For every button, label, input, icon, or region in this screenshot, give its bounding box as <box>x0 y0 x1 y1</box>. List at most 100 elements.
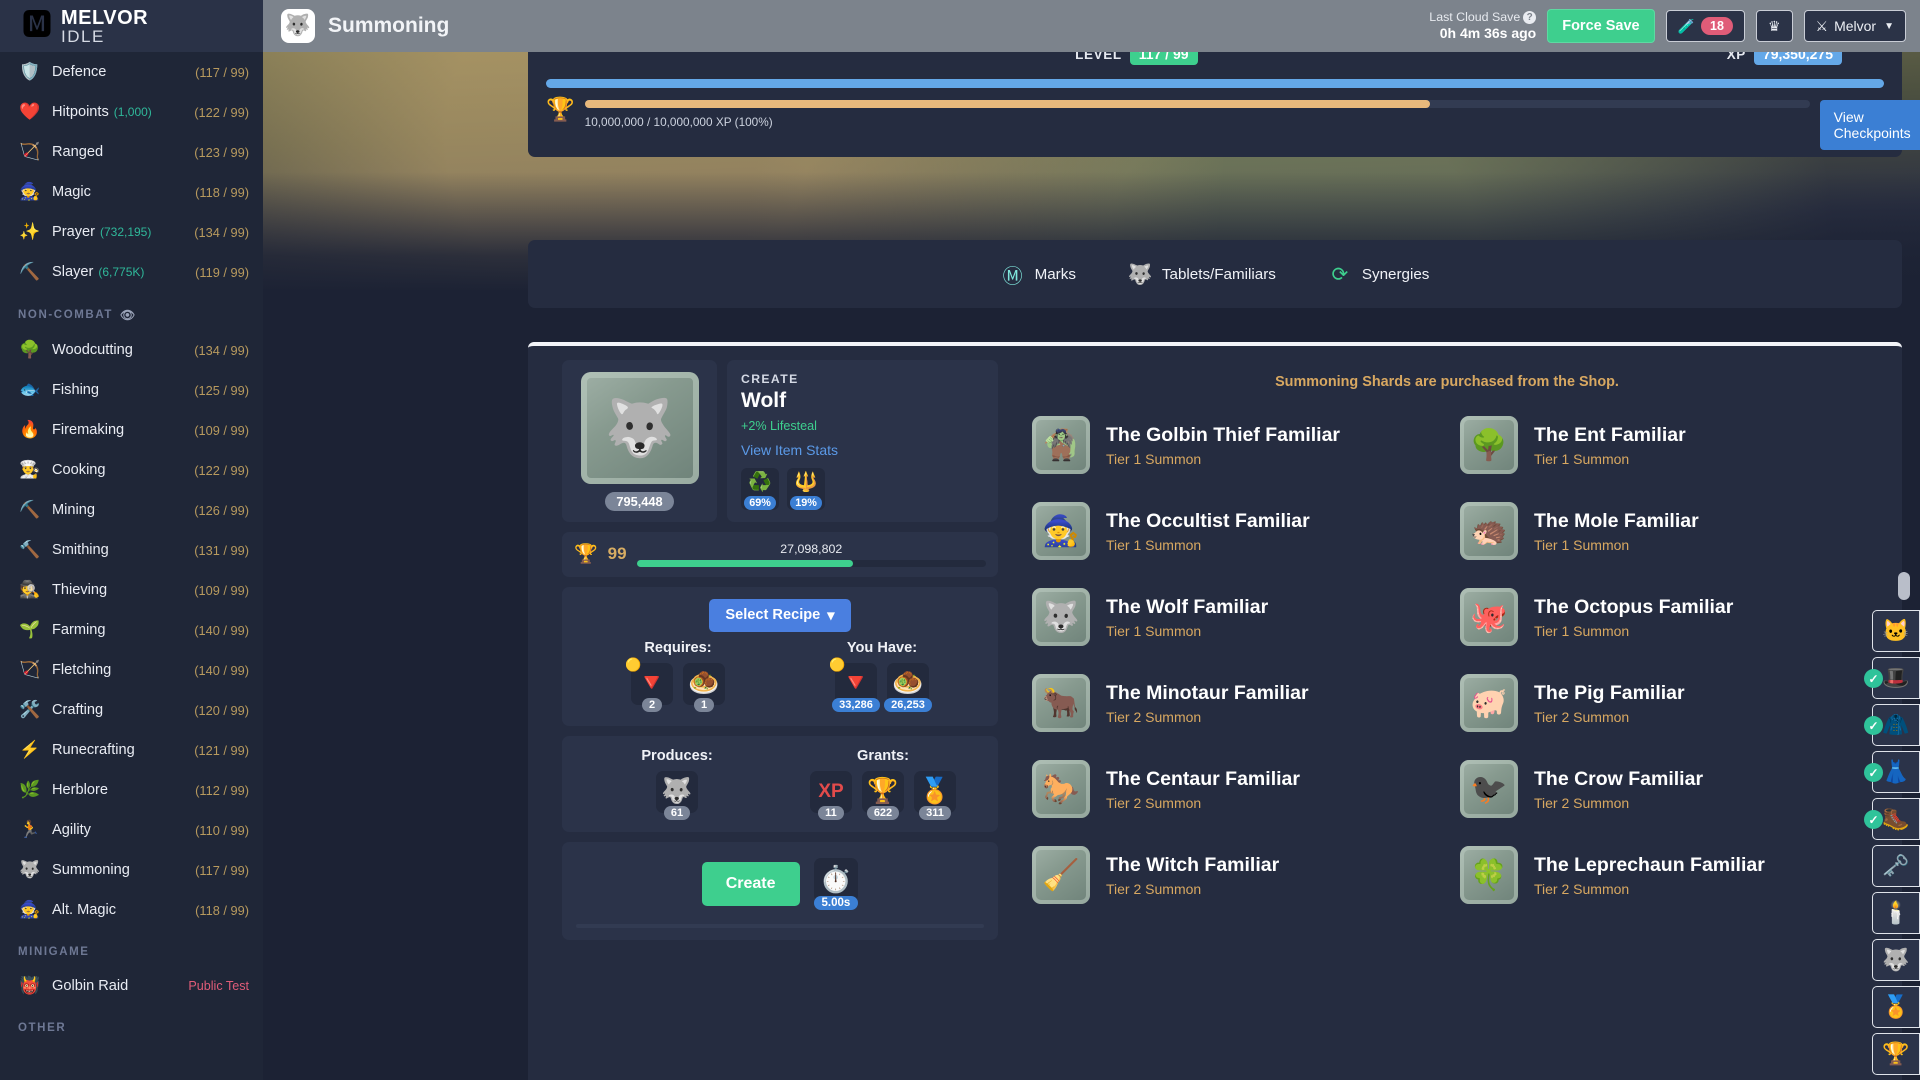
chevron-down-icon: ▼ <box>1884 20 1894 32</box>
create-item-bonus: +2% Lifesteal <box>741 419 817 433</box>
check-icon: ✓ <box>1864 669 1883 688</box>
potions-button[interactable]: 🧪 18 <box>1665 10 1745 42</box>
force-save-button[interactable]: Force Save <box>1547 9 1655 43</box>
familiar-card[interactable]: 🐙 The Octopus Familiar Tier 1 Summon <box>1460 588 1862 646</box>
vertical-scrollbar-thumb[interactable] <box>1898 572 1910 600</box>
view-item-stats-link[interactable]: View Item Stats <box>741 442 984 458</box>
mastery-xp-value: 27,098,802 <box>780 541 843 556</box>
sidebar-item-woodcutting[interactable]: 🌳 Woodcutting (134 / 99) <box>0 330 263 370</box>
skill-icon: ⛏️ <box>19 262 41 281</box>
sidebar-item-mining[interactable]: ⛏️ Mining (126 / 99) <box>0 490 263 530</box>
item-slot-summoning-shard-red[interactable]: 🟡 🔻 2 <box>625 657 674 712</box>
familiar-card[interactable]: 🐖 The Pig Familiar Tier 2 Summon <box>1460 674 1862 732</box>
sidebar-item-runecrafting[interactable]: ⚡ Runecrafting (121 / 99) <box>0 730 263 770</box>
familiar-card[interactable]: 🍀 The Leprechaun Familiar Tier 2 Summon <box>1460 846 1862 904</box>
familiar-card[interactable]: 🌳 The Ent Familiar Tier 1 Summon <box>1460 416 1862 474</box>
create-item-preview[interactable]: 🐺 795,448 <box>562 360 717 522</box>
item-slot-summoning-shard-red[interactable]: 🟡 🔻 33,286 <box>829 657 880 712</box>
sidebar-item-ranged[interactable]: 🏹 Ranged (123 / 99) <box>0 132 263 172</box>
requires-label: Requires: <box>644 639 712 656</box>
skill-name: Cooking <box>52 462 106 478</box>
familiar-card[interactable]: 🐎 The Centaur Familiar Tier 2 Summon <box>1032 760 1434 818</box>
modifier-preserve-chance[interactable]: ♻️ 69% <box>741 468 779 510</box>
familiar-card[interactable]: 🦔 The Mole Familiar Tier 1 Summon <box>1460 502 1862 560</box>
sidebar-item-smithing[interactable]: 🔨 Smithing (131 / 99) <box>0 530 263 570</box>
marks-icon: Ⓜ <box>1002 265 1023 288</box>
view-checkpoints-button[interactable]: View Checkpoints <box>1819 100 1920 150</box>
create-button[interactable]: Create <box>701 861 800 906</box>
sidebar-item-thieving[interactable]: 🕵️ Thieving (109 / 99) <box>0 570 263 610</box>
sidebar-item-fletching[interactable]: 🏹 Fletching (140 / 99) <box>0 650 263 690</box>
content-panel: 🐺 795,448 CREATE Wolf +2% Lifesteal View… <box>528 342 1902 1080</box>
item-slot-mastery-xp[interactable]: 🏆 622 <box>861 770 905 820</box>
skill-icon: 🧙 <box>19 900 41 919</box>
sidebar-item-magic[interactable]: 🧙 Magic (118 / 99) <box>0 172 263 212</box>
familiar-card[interactable]: 🧌 The Golbin Thief Familiar Tier 1 Summon <box>1032 416 1434 474</box>
rail-summon[interactable]: 🐺 <box>1872 939 1920 981</box>
skill-icon: 🧙 <box>19 182 41 201</box>
swords-icon: ⚔ <box>1815 17 1829 34</box>
familiar-icon: 🐂 <box>1032 674 1090 732</box>
sidebar-item-herblore[interactable]: 🌿 Herblore (112 / 99) <box>0 770 263 810</box>
skill-sub-value: (6,775K) <box>98 265 145 279</box>
interval-display: ⏱️ 5.00s <box>813 857 859 910</box>
tab-tablets-familiars[interactable]: 🐺 Tablets/Familiars <box>1128 262 1276 287</box>
rail-helmet-icon: 🎩 <box>1882 665 1910 690</box>
sidebar-item-alt-magic[interactable]: 🧙 Alt. Magic (118 / 99) <box>0 890 263 930</box>
mastery-pool-text: 10,000,000 / 10,000,000 XP (100%) <box>584 115 773 129</box>
sidebar-item-cooking[interactable]: 👨‍🍳 Cooking (122 / 99) <box>0 450 263 490</box>
mastery-xp-track <box>636 559 986 567</box>
item-slot-raw-beef[interactable]: 🧆 26,253 <box>884 662 932 712</box>
sidebar-item-fishing[interactable]: 🐟 Fishing (125 / 99) <box>0 370 263 410</box>
rail-legs[interactable]: ✓ 👗 <box>1864 751 1920 793</box>
rail-helmet[interactable]: ✓ 🎩 <box>1864 657 1920 699</box>
familiar-card[interactable]: 🧙 The Occultist Familiar Tier 1 Summon <box>1032 502 1434 560</box>
account-menu-button[interactable]: ⚔ Melvor ▼ <box>1803 10 1906 42</box>
modifier-double-chance[interactable]: 🔱 19% <box>787 468 825 510</box>
brand-logo-block[interactable]: 🅼 MELVOR IDLE <box>0 0 263 52</box>
skill-name: Ranged <box>52 144 104 160</box>
select-recipe-label: Select Recipe <box>725 607 821 624</box>
check-icon: ✓ <box>1864 763 1883 782</box>
rail-body[interactable]: ✓ 🧥 <box>1864 704 1920 746</box>
sidebar-item-defence[interactable]: 🛡️ Defence (117 / 99) <box>0 52 263 92</box>
rail-boots[interactable]: ✓ 🥾 <box>1864 798 1920 840</box>
recipe-card: Select Recipe ▾ Requires: 🟡 🔻 2 🧆 1 You Have… <box>562 586 998 726</box>
select-recipe-dropdown[interactable]: Select Recipe ▾ <box>709 598 851 632</box>
item-slot-raw-beef[interactable]: 🧆 1 <box>682 662 726 712</box>
coin-icon: 🟡 <box>829 656 846 672</box>
familiar-tier: Tier 2 Summon <box>1534 880 1630 897</box>
sidebar-item-prayer[interactable]: ✨ Prayer (732,195) (134 / 99) <box>0 212 263 252</box>
familiar-card[interactable]: 🧹 The Witch Familiar Tier 2 Summon <box>1032 846 1434 904</box>
grants-slot-list: XP 11 🏆 622 🏅 311 <box>809 770 957 820</box>
sidebar-item-crafting[interactable]: 🛠️ Crafting (120 / 99) <box>0 690 263 730</box>
mastery-pool-fill <box>584 100 1430 108</box>
tab-marks[interactable]: Ⓜ Marks <box>1001 260 1076 289</box>
rail-pet[interactable]: 🐱 <box>1872 610 1920 652</box>
sidebar-item-agility[interactable]: 🏃 Agility (110 / 99) <box>0 810 263 850</box>
tab-synergies[interactable]: ⟳ Synergies <box>1328 262 1429 287</box>
crown-button[interactable]: ♛ <box>1755 10 1793 42</box>
skill-level: (140 / 99) <box>194 622 249 638</box>
create-action-card: Create ⏱️ 5.00s <box>562 841 998 940</box>
sidebar-item-farming[interactable]: 🌱 Farming (140 / 99) <box>0 610 263 650</box>
sidebar-item-golbin-raid[interactable]: 👹 Golbin Raid Public Test <box>0 966 263 1006</box>
familiar-card[interactable]: 🐺 The Wolf Familiar Tier 1 Summon <box>1032 588 1434 646</box>
item-slot-mastery-pool-xp[interactable]: 🏅 311 <box>913 770 957 820</box>
eye-icon[interactable]: 👁 <box>120 308 137 322</box>
familiar-card[interactable]: 🐦‍⬛ The Crow Familiar Tier 2 Summon <box>1460 760 1862 818</box>
help-icon[interactable]: ? <box>1523 11 1537 25</box>
sidebar-item-firemaking[interactable]: 🔥 Firemaking (109 / 99) <box>0 410 263 450</box>
sidebar-item-summoning[interactable]: 🐺 Summoning (117 / 99) <box>0 850 263 890</box>
rail-trophy[interactable]: 🏆 <box>1872 1033 1920 1075</box>
sidebar-item-slayer[interactable]: ⛏️ Slayer (6,775K) (119 / 99) <box>0 252 263 292</box>
familiar-card[interactable]: 🐂 The Minotaur Familiar Tier 2 Summon <box>1032 674 1434 732</box>
rail-tablet-2[interactable]: 🕯️ <box>1872 892 1920 934</box>
skill-icon: 🏃 <box>19 820 41 839</box>
rail-tablet-1[interactable]: 🗝️ <box>1872 845 1920 887</box>
sidebar-item-hitpoints[interactable]: ❤️ Hitpoints (1,000) (122 / 99) <box>0 92 263 132</box>
item-slot-skill-xp[interactable]: XP 11 <box>809 770 853 820</box>
rail-medal[interactable]: 🏅 <box>1872 986 1920 1028</box>
familiar-tier: Tier 1 Summon <box>1534 536 1630 553</box>
item-slot-wolf-tablet[interactable]: 🐺 61 <box>655 770 699 820</box>
